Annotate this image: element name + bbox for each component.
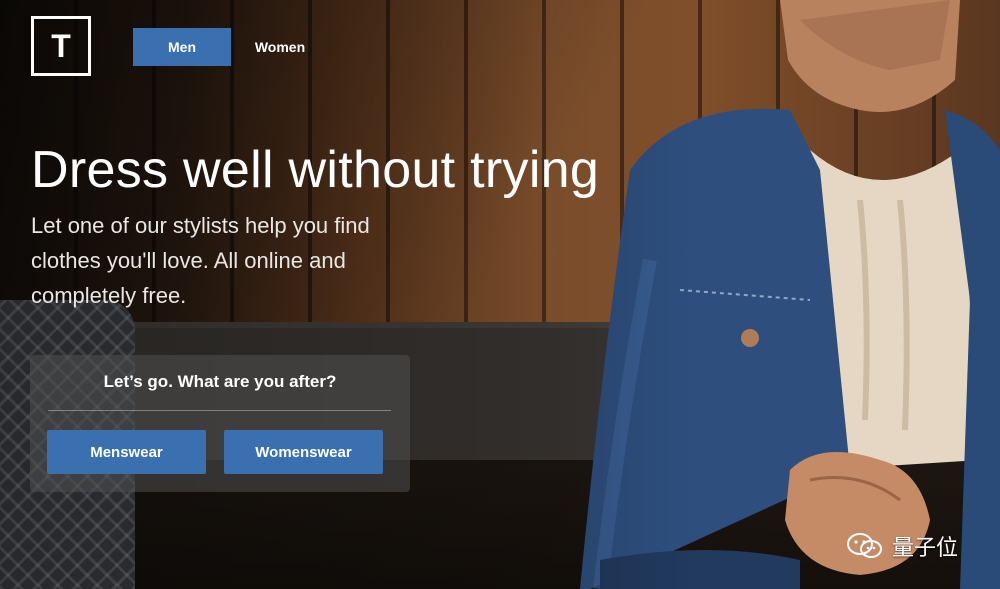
- tab-women[interactable]: Women: [231, 28, 329, 66]
- wechat-icon: [847, 533, 882, 558]
- logo-letter: T: [51, 28, 71, 64]
- womenswear-button[interactable]: Womenswear: [224, 430, 383, 474]
- brand-logo[interactable]: T: [31, 16, 91, 76]
- cta-card: Let’s go. What are you after? Menswear W…: [30, 355, 410, 492]
- hero-headline: Dress well without trying: [31, 141, 600, 199]
- gender-nav: Men Women: [133, 28, 329, 66]
- hero-screen: T Men Women Dress well without trying Le…: [0, 0, 1000, 589]
- watermark: 量子位: [846, 530, 958, 562]
- menswear-button[interactable]: Menswear: [47, 430, 206, 474]
- watermark-text: 量子位: [892, 536, 959, 561]
- tab-men[interactable]: Men: [133, 28, 231, 66]
- hero-subcopy: Let one of our stylists help you find cl…: [31, 213, 370, 308]
- cta-question: Let’s go. What are you after?: [103, 372, 337, 391]
- divider: [48, 410, 391, 411]
